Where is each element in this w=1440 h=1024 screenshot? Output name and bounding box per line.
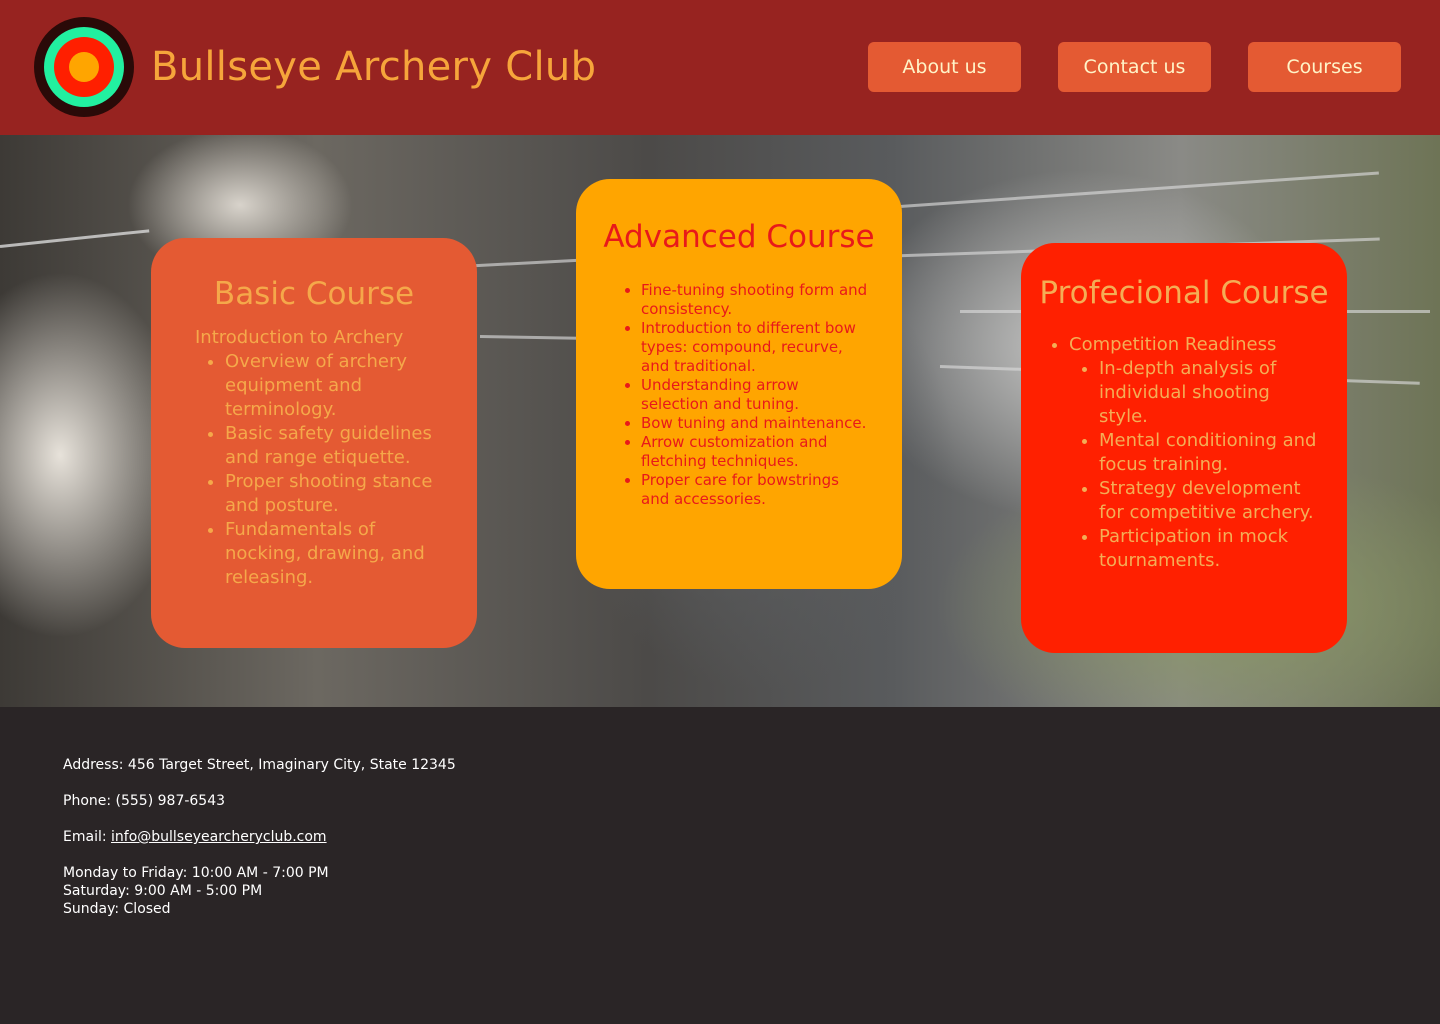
list-item: Proper care for bowstrings and accessori… <box>641 471 868 509</box>
contact-us-button[interactable]: Contact us <box>1058 42 1211 92</box>
site-header: Bullseye Archery Club About us Contact u… <box>0 0 1440 135</box>
target-logo-icon <box>34 17 134 117</box>
list-item: Mental conditioning and focus training. <box>1099 429 1319 477</box>
list-item: Strategy development for competitive arc… <box>1099 477 1319 525</box>
about-us-button[interactable]: About us <box>868 42 1021 92</box>
arrow-shaft-decoration <box>0 229 150 248</box>
footer-email-label: Email: <box>63 829 112 845</box>
list-item: Basic safety guidelines and range etique… <box>225 422 449 470</box>
basic-course-intro: Introduction to Archery <box>195 327 404 348</box>
list-item: Introduction to different bow types: com… <box>641 319 868 376</box>
footer-hours-saturday: Saturday: 9:00 AM - 5:00 PM <box>63 883 263 899</box>
advanced-course-card: Advanced Course Fine-tuning shooting for… <box>576 179 902 589</box>
professional-course-heading: Competition Readiness <box>1069 334 1277 355</box>
arrow-shaft-decoration <box>899 171 1379 208</box>
logo-bullseye-center <box>69 52 99 82</box>
advanced-course-list: Fine-tuning shooting form and consistenc… <box>641 281 868 509</box>
list-item: In-depth analysis of individual shooting… <box>1099 357 1319 429</box>
basic-course-list: Overview of archery equipment and termin… <box>225 350 449 590</box>
footer-hours-weekday: Monday to Friday: 10:00 AM - 7:00 PM <box>63 865 329 881</box>
professional-course-card: Profecional Course Competition Readiness… <box>1021 243 1347 653</box>
list-item: Participation in mock tournaments. <box>1099 525 1319 573</box>
professional-course-title: Profecional Course <box>1039 275 1329 311</box>
footer-phone: Phone: (555) 987-6543 <box>63 793 226 809</box>
courses-button[interactable]: Courses <box>1248 42 1401 92</box>
basic-course-title: Basic Course <box>213 276 415 312</box>
footer-address: Address: 456 Target Street, Imaginary Ci… <box>63 757 456 773</box>
professional-course-sublist: In-depth analysis of individual shooting… <box>1099 357 1319 573</box>
list-item: Proper shooting stance and posture. <box>225 470 449 518</box>
list-item: Bow tuning and maintenance. <box>641 414 868 433</box>
advanced-course-title: Advanced Course <box>603 219 875 255</box>
site-title: Bullseye Archery Club <box>151 44 597 90</box>
list-item: Fundamentals of nocking, drawing, and re… <box>225 518 449 590</box>
list-item: Fine-tuning shooting form and consistenc… <box>641 281 868 319</box>
list-item: Arrow customization and fletching techni… <box>641 433 868 471</box>
list-item: Understanding arrow selection and tuning… <box>641 376 868 414</box>
basic-course-card: Basic Course Introduction to Archery Ove… <box>151 238 477 648</box>
professional-course-list: Competition Readiness In-depth analysis … <box>1069 333 1347 573</box>
list-item: Competition Readiness In-depth analysis … <box>1069 333 1347 573</box>
footer-email-line: Email: info@bullseyearcheryclub.com <box>63 828 327 846</box>
footer-hours-sunday: Sunday: Closed <box>63 901 171 917</box>
site-footer: Address: 456 Target Street, Imaginary Ci… <box>0 707 1440 1024</box>
list-item: Overview of archery equipment and termin… <box>225 350 449 422</box>
footer-email-link[interactable]: info@bullseyearcheryclub.com <box>111 829 327 845</box>
